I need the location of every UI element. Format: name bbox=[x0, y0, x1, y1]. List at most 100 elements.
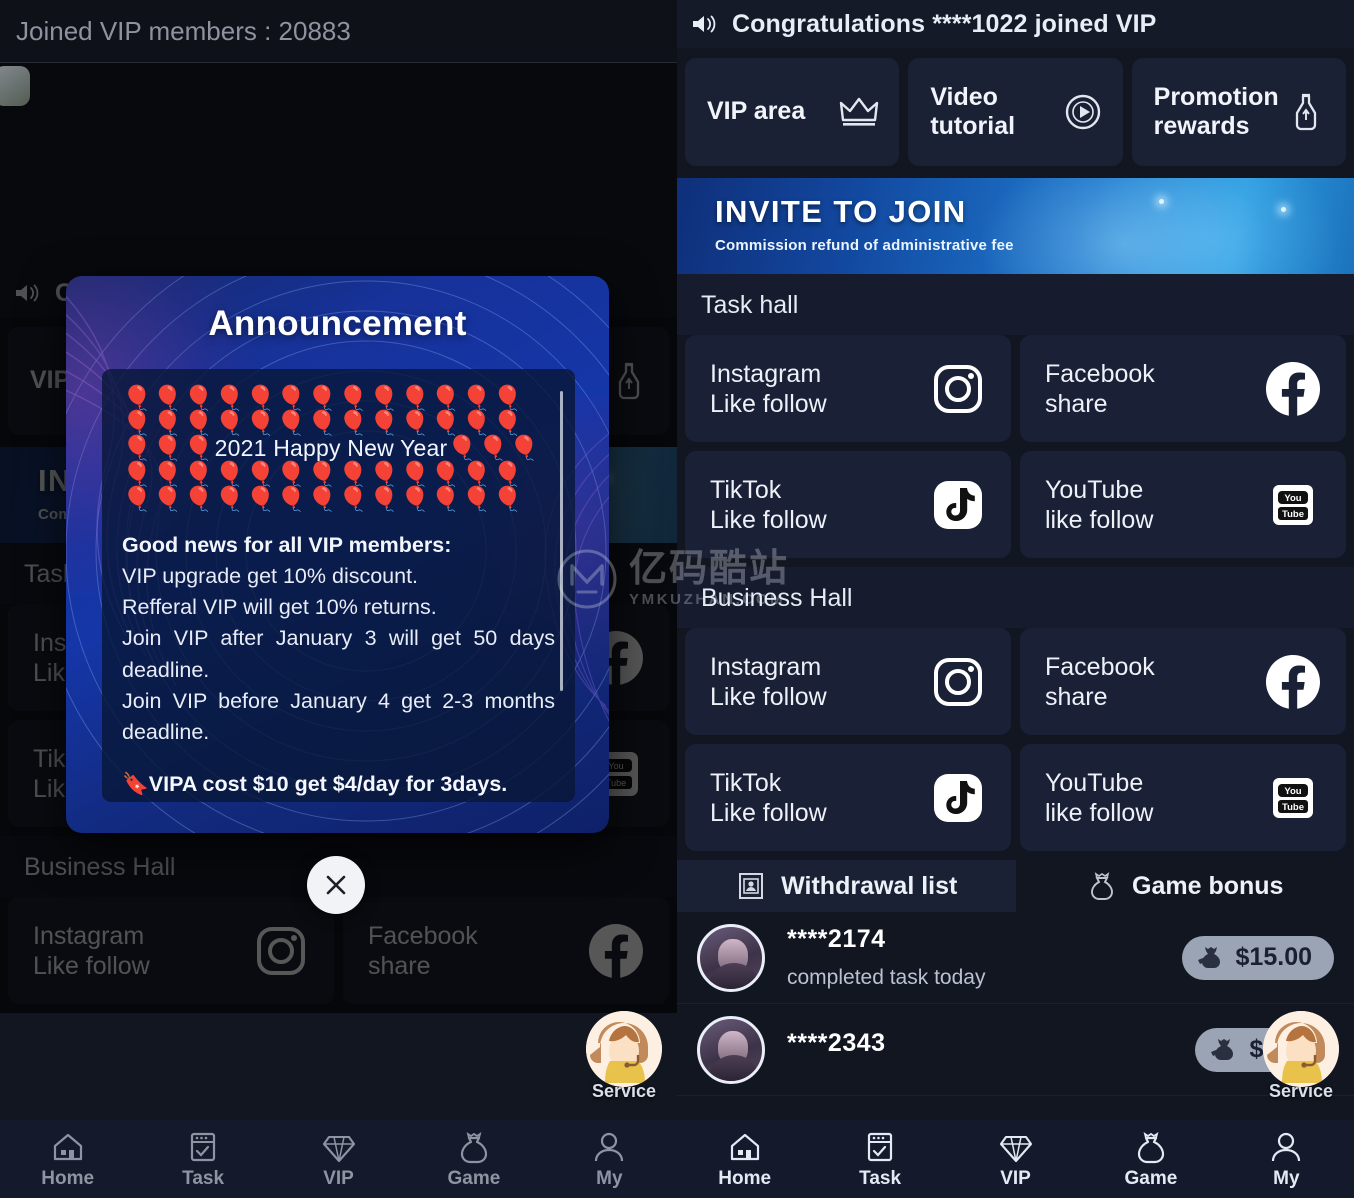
facebook-icon bbox=[1262, 651, 1324, 713]
task-card-facebook-label: Facebook share bbox=[1045, 359, 1155, 418]
right-phone-panel: Congratulations ****1022 joined VIP VIP … bbox=[677, 0, 1354, 1198]
invite-banner[interactable]: INVITE TO JOIN Commission refund of admi… bbox=[677, 178, 1354, 274]
avatar bbox=[697, 923, 765, 992]
left-phone-panel: Joined VIP members : 20883 Congratulatio… bbox=[0, 0, 677, 1198]
banner-title: INVITE TO JOIN bbox=[715, 194, 967, 229]
nav-label-my: My bbox=[596, 1167, 623, 1189]
home-icon bbox=[53, 1133, 82, 1160]
nav-item-task[interactable]: Task bbox=[812, 1129, 947, 1190]
withdrawal-icon bbox=[739, 873, 764, 899]
nav-label-game: Game bbox=[1124, 1167, 1178, 1189]
money-bag-icon bbox=[1197, 946, 1220, 968]
nav-label-task: Task bbox=[182, 1167, 225, 1189]
withdrawal-row[interactable]: ****2343 $3.00 bbox=[677, 1004, 1354, 1096]
task-card-facebook[interactable]: Facebook share bbox=[1020, 335, 1346, 442]
withdrawal-row[interactable]: ****2174 completed task today $15.00 bbox=[677, 912, 1354, 1004]
youtube-icon: You Tube bbox=[1262, 767, 1324, 829]
business-card-facebook-label: Facebook share bbox=[1045, 652, 1155, 711]
task-card-instagram-label: Instagram Like follow bbox=[710, 359, 827, 418]
balloon-row-4: 🎈🎈🎈🎈🎈🎈🎈🎈🎈🎈🎈🎈🎈 bbox=[122, 460, 524, 488]
home-icon bbox=[730, 1133, 759, 1160]
headset-agent-icon bbox=[1263, 1011, 1339, 1087]
business-card-tiktok[interactable]: TikTok Like follow bbox=[685, 744, 1011, 851]
withdrawal-list: ****2174 completed task today $15.00 ***… bbox=[677, 912, 1354, 1096]
announcement-title: Announcement bbox=[208, 304, 467, 343]
promotion-rewards-button[interactable]: Promotion rewards bbox=[1131, 58, 1346, 166]
business-card-facebook[interactable]: Facebook share bbox=[1020, 628, 1346, 735]
close-icon bbox=[326, 875, 346, 895]
nav-item-home[interactable]: Home bbox=[0, 1129, 135, 1190]
nav-item-game[interactable]: Game bbox=[1083, 1129, 1218, 1190]
video-tutorial-button[interactable]: Video tutorial bbox=[908, 58, 1123, 166]
instagram-icon bbox=[927, 651, 989, 713]
joined-members-bar: Joined VIP members : 20883 bbox=[0, 0, 677, 62]
business-card-instagram[interactable]: Instagram Like follow bbox=[685, 628, 1011, 735]
person-icon bbox=[595, 1132, 624, 1161]
checklist-icon bbox=[868, 1132, 893, 1161]
nav-item-home[interactable]: Home bbox=[677, 1129, 812, 1190]
nav-item-my[interactable]: My bbox=[542, 1129, 677, 1190]
left-service-widget[interactable]: Service bbox=[585, 1011, 663, 1102]
nav-label-my: My bbox=[1273, 1167, 1300, 1189]
nav-label-task: Task bbox=[859, 1167, 902, 1189]
balloon-row-2: 🎈🎈🎈🎈🎈🎈🎈🎈🎈🎈🎈🎈🎈 bbox=[122, 410, 524, 438]
dim-overlay-gap bbox=[0, 63, 677, 269]
bottom-nav: Home Task VIP Game My bbox=[677, 1120, 1354, 1198]
announcement-line-2: Refferal VIP will get 10% returns. bbox=[122, 595, 437, 620]
left-business-hall-grid: Instagram Like follow Facebook share bbox=[0, 897, 677, 1013]
nav-item-task[interactable]: Task bbox=[135, 1129, 270, 1190]
right-marquee-text: Congratulations ****1022 joined VIP bbox=[732, 9, 1157, 38]
vip-area-label: VIP area bbox=[707, 97, 806, 126]
diamond-icon bbox=[999, 1135, 1032, 1162]
tab-game-bonus-label: Game bonus bbox=[1132, 871, 1284, 900]
left-bottom-nav: Home Task VIP Game My bbox=[0, 1120, 677, 1198]
money-bag-icon bbox=[1211, 1038, 1234, 1060]
left-business-card-instagram[interactable]: Instagram Like follow bbox=[8, 897, 334, 1004]
promotion-rewards-label: Promotion rewards bbox=[1153, 82, 1279, 141]
tab-game-bonus[interactable]: Game bonus bbox=[1016, 860, 1354, 912]
right-marquee: Congratulations ****1022 joined VIP bbox=[677, 0, 1354, 48]
business-hall-label: Business Hall bbox=[701, 584, 853, 612]
nav-label-home: Home bbox=[718, 1167, 772, 1189]
business-hall-heading: Business Hall bbox=[677, 567, 1354, 628]
headset-agent-icon bbox=[586, 1011, 662, 1087]
game-bag-icon bbox=[1091, 872, 1113, 900]
service-widget[interactable]: Service bbox=[1262, 1011, 1340, 1102]
video-tutorial-label: Video tutorial bbox=[930, 82, 1016, 141]
announcement-text: Good news for all VIP members: VIP upgra… bbox=[122, 530, 555, 802]
task-hall-grid: Instagram Like follow Facebook share TikTo… bbox=[677, 335, 1354, 567]
task-card-youtube-label: YouTube like follow bbox=[1045, 475, 1154, 534]
nav-label-vip: VIP bbox=[323, 1167, 354, 1189]
nav-item-game[interactable]: Game bbox=[406, 1129, 541, 1190]
app-badge-icon bbox=[0, 66, 30, 106]
nav-label-vip: VIP bbox=[1000, 1167, 1031, 1189]
nav-item-vip[interactable]: VIP bbox=[271, 1129, 406, 1190]
person-icon bbox=[1272, 1132, 1301, 1161]
nav-label-game: Game bbox=[447, 1167, 501, 1189]
right-quick-buttons: VIP area Video tutorial Promotion reward… bbox=[677, 48, 1354, 178]
tab-withdrawal-label: Withdrawal list bbox=[781, 871, 958, 900]
gift-bottle-icon bbox=[1295, 93, 1317, 131]
speaker-icon bbox=[693, 15, 716, 33]
svg-text:You: You bbox=[1284, 786, 1301, 797]
withdrawal-user-id: ****2174 bbox=[787, 925, 886, 953]
task-card-youtube[interactable]: YouTube like follow You Tube bbox=[1020, 451, 1346, 558]
nav-item-vip[interactable]: VIP bbox=[948, 1129, 1083, 1190]
tiktok-icon bbox=[927, 767, 989, 829]
modal-scrollbar[interactable] bbox=[560, 391, 563, 691]
task-card-tiktok[interactable]: TikTok Like follow bbox=[685, 451, 1011, 558]
business-card-youtube[interactable]: YouTube like follow You Tube bbox=[1020, 744, 1346, 851]
checklist-icon bbox=[191, 1132, 216, 1161]
gift-bottle-icon bbox=[618, 362, 640, 400]
left-business-card-facebook[interactable]: Facebook share bbox=[343, 897, 669, 1004]
task-card-instagram[interactable]: Instagram Like follow bbox=[685, 335, 1011, 442]
vip-area-button[interactable]: VIP area bbox=[685, 58, 900, 166]
business-card-instagram-label: Instagram Like follow bbox=[710, 652, 827, 711]
announcement-heading: Good news for all VIP members: bbox=[122, 532, 452, 557]
balloon-row-5: 🎈🎈🎈🎈🎈🎈🎈🎈🎈🎈🎈🎈🎈 bbox=[122, 485, 524, 513]
nav-item-my[interactable]: My bbox=[1219, 1129, 1354, 1190]
banner-subtitle: Commission refund of administrative fee bbox=[715, 237, 1014, 254]
task-hall-label: Task hall bbox=[701, 291, 799, 319]
close-announcement-button[interactable] bbox=[307, 856, 365, 914]
tab-withdrawal-list[interactable]: Withdrawal list bbox=[677, 860, 1016, 912]
